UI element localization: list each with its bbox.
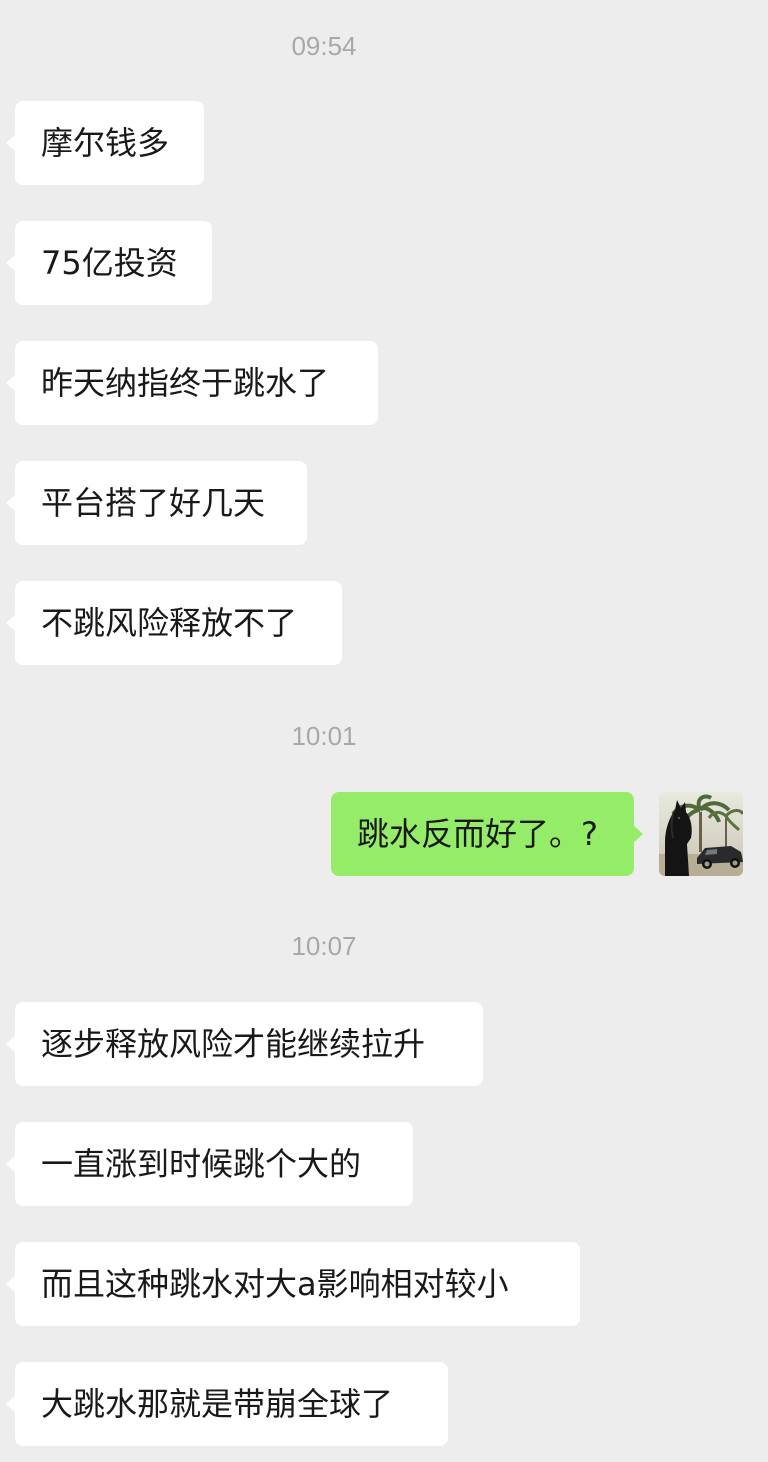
message-bubble-outgoing[interactable]: 跳水反而好了。? — [331, 792, 643, 876]
message-bubble-incoming[interactable]: 大跳水那就是带崩全球了 — [6, 1362, 448, 1446]
message-bubble-incoming[interactable]: 摩尔钱多 — [6, 101, 204, 185]
timestamp: 09:54 — [291, 31, 357, 61]
horse-and-car-avatar-icon — [659, 792, 743, 876]
message-bubble-incoming[interactable]: 平台搭了好几天 — [6, 461, 307, 545]
timestamp: 10:07 — [291, 931, 357, 961]
message-bubble-incoming[interactable]: 而且这种跳水对大a影响相对较小 — [6, 1242, 580, 1326]
message-bubble-incoming[interactable]: 逐步释放风险才能继续拉升 — [6, 1002, 483, 1086]
message-bubble-incoming[interactable]: 不跳风险释放不了 — [6, 581, 342, 665]
message-bubble-incoming[interactable]: 一直涨到时候跳个大的 — [6, 1122, 413, 1206]
message-bubble-incoming[interactable]: 昨天纳指终于跳水了 — [6, 341, 378, 425]
timestamp: 10:01 — [291, 721, 357, 751]
chat-area[interactable]: 09:54 摩尔钱多 75亿投资 昨天纳指终于跳水了 平台搭了好几天 不跳风险释… — [0, 0, 768, 1462]
avatar[interactable] — [659, 792, 743, 876]
message-bubble-incoming[interactable]: 75亿投资 — [6, 221, 212, 305]
